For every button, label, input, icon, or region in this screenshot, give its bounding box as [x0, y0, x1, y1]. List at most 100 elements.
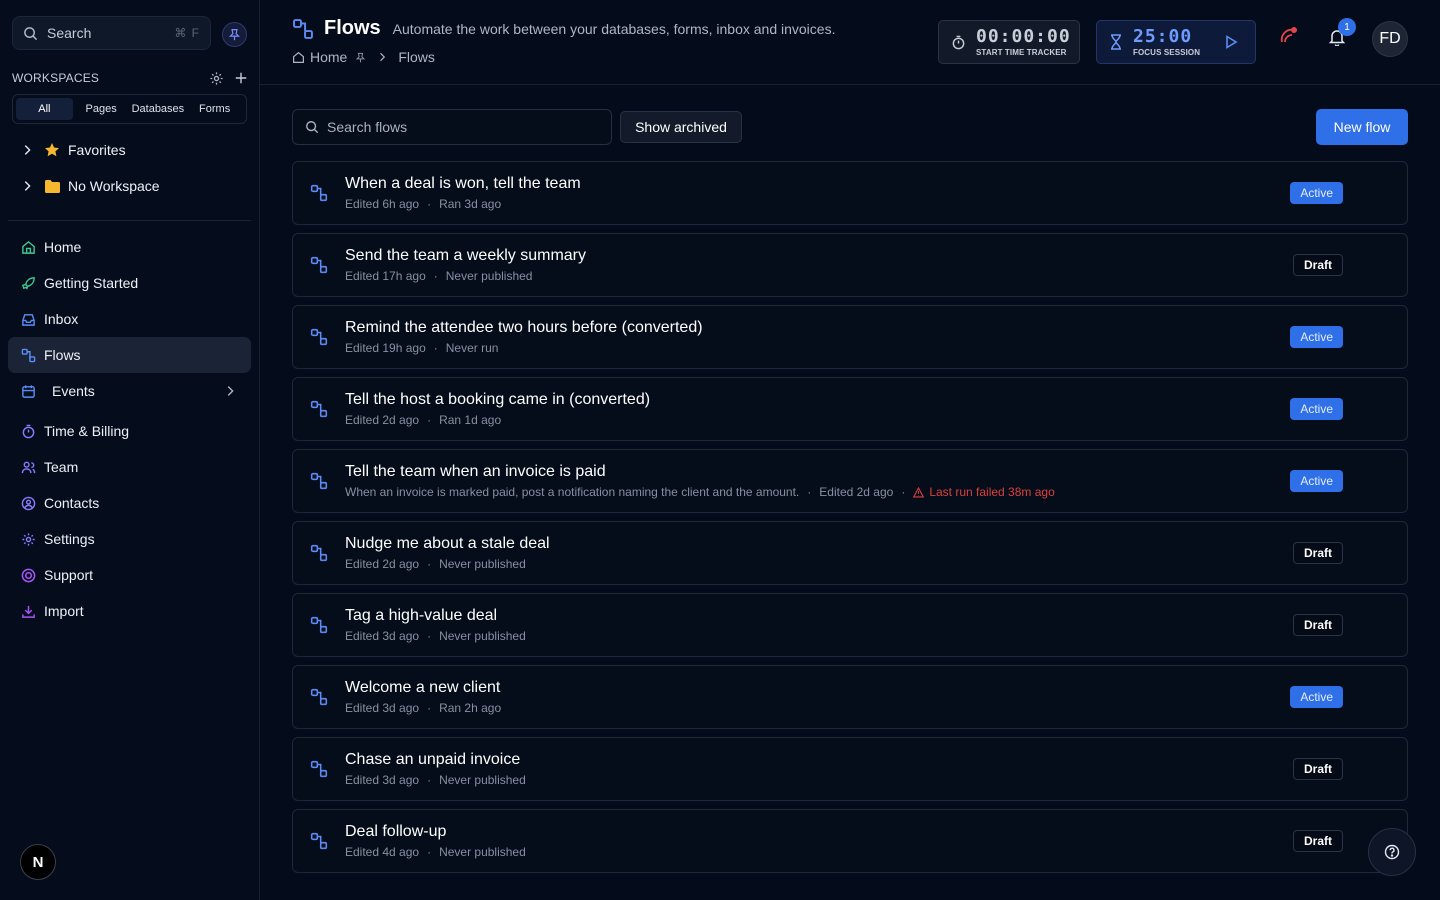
flow-name[interactable]: Remind the attendee two hours before (co…	[345, 319, 703, 337]
meta-separator: ·	[427, 773, 432, 787]
contact-icon	[20, 495, 36, 511]
sidebar-item-getting-started[interactable]: Getting Started	[8, 265, 251, 301]
search-icon	[305, 120, 319, 134]
flow-meta-item: Edited 2d ago	[819, 485, 894, 499]
home-icon	[20, 239, 36, 255]
flow-list: When a deal is won, tell the team Edited …	[292, 161, 1408, 881]
activity-icon[interactable]	[1279, 25, 1299, 45]
notification-count-badge: 1	[1338, 18, 1356, 36]
flow-icon	[310, 400, 328, 418]
page-header: Flows Automate the work between your dat…	[260, 0, 1440, 85]
flow-meta: Edited 19h ago · Never run	[345, 341, 498, 355]
tab-pages[interactable]: Pages	[73, 98, 130, 120]
flow-row[interactable]: Deal follow-up Edited 4d ago · Never publis…	[292, 809, 1408, 873]
help-button[interactable]	[1368, 828, 1416, 876]
tab-all[interactable]: All	[16, 98, 73, 120]
flows-search-input[interactable]: Search flows	[292, 109, 612, 145]
sidebar-item-team[interactable]: Team	[8, 449, 251, 485]
focus-caption: FOCUS SESSION	[1133, 48, 1201, 57]
meta-separator: ·	[433, 269, 438, 283]
tab-forms[interactable]: Forms	[186, 98, 243, 120]
play-icon[interactable]	[1223, 34, 1239, 50]
flow-icon	[310, 184, 328, 202]
flow-name[interactable]: Tag a high-value deal	[345, 607, 497, 625]
flow-meta-item: Edited 3d ago	[345, 773, 420, 787]
avatar[interactable]: FD	[1372, 21, 1408, 57]
start-time-tracker-button[interactable]: 00:00:00 START TIME TRACKER	[938, 20, 1080, 64]
flow-row[interactable]: Tell the host a booking came in (convert…	[292, 377, 1408, 441]
meta-separator: ·	[427, 845, 432, 859]
flow-name[interactable]: Tell the team when an invoice is paid	[345, 463, 606, 481]
plus-icon[interactable]	[234, 71, 248, 85]
flow-row[interactable]: Nudge me about a stale deal Edited 2d ago…	[292, 521, 1408, 585]
download-icon	[20, 603, 36, 619]
flow-meta-item: When an invoice is marked paid, post a n…	[345, 485, 800, 499]
flow-meta-item: Edited 3d ago	[345, 629, 420, 643]
sidebar-item-flows[interactable]: Flows	[8, 337, 251, 373]
sidebar-divider	[8, 220, 251, 221]
flow-name[interactable]: Deal follow-up	[345, 823, 446, 841]
flow-meta-item: Ran 3d ago	[439, 197, 502, 211]
inbox-icon	[20, 311, 36, 327]
meta-separator: ·	[427, 629, 432, 643]
flow-meta: Edited 17h ago · Never published	[345, 269, 532, 283]
search-shortcut: ⌘ F	[174, 26, 200, 40]
new-flow-button[interactable]: New flow	[1316, 109, 1408, 145]
status-badge: Active	[1290, 470, 1343, 492]
tree-item-no-workspace[interactable]: No Workspace	[20, 174, 160, 198]
users-icon	[20, 459, 36, 475]
flow-name[interactable]: Nudge me about a stale deal	[345, 535, 550, 553]
flow-row[interactable]: Tell the team when an invoice is paid Whe…	[292, 449, 1408, 513]
sidebar-item-events[interactable]: Events	[8, 373, 251, 409]
flow-row[interactable]: Tag a high-value deal Edited 3d ago · Never…	[292, 593, 1408, 657]
flow-row[interactable]: Welcome a new client Edited 3d ago · Ran 2h…	[292, 665, 1408, 729]
flow-name[interactable]: Tell the host a booking came in (convert…	[345, 391, 650, 409]
flow-name[interactable]: Chase an unpaid invoice	[345, 751, 520, 769]
gear-icon[interactable]	[209, 71, 224, 86]
sidebar-item-label: Getting Started	[44, 275, 139, 291]
sidebar-item-inbox[interactable]: Inbox	[8, 301, 251, 337]
tree-item-favorites[interactable]: Favorites	[20, 138, 126, 162]
flow-row[interactable]: Send the team a weekly summary Edited 17h…	[292, 233, 1408, 297]
flow-name[interactable]: Send the team a weekly summary	[345, 247, 586, 265]
flow-row[interactable]: Chase an unpaid invoice Edited 3d ago · Nev…	[292, 737, 1408, 801]
flow-row[interactable]: When a deal is won, tell the team Edited …	[292, 161, 1408, 225]
sidebar-item-time-billing[interactable]: Time & Billing	[8, 413, 251, 449]
sidebar-item-home[interactable]: Home	[8, 229, 251, 265]
focus-session-button[interactable]: 25:00 FOCUS SESSION	[1096, 20, 1256, 64]
flow-meta: Edited 2d ago · Ran 1d ago	[345, 413, 501, 427]
pin-sidebar-button[interactable]	[222, 22, 247, 47]
flow-meta-item: Edited 19h ago	[345, 341, 426, 355]
workspaces-header: WORKSPACES	[12, 70, 248, 86]
search-placeholder: Search flows	[327, 119, 408, 135]
flow-meta: Edited 4d ago · Never published	[345, 845, 526, 859]
sidebar-item-contacts[interactable]: Contacts	[8, 485, 251, 521]
flow-name[interactable]: Welcome a new client	[345, 679, 500, 697]
status-badge: Active	[1290, 398, 1343, 420]
page-subtitle: Automate the work between your databases…	[392, 20, 836, 37]
flow-meta-item: Edited 17h ago	[345, 269, 426, 283]
stopwatch-icon	[20, 423, 36, 439]
pin-icon[interactable]	[355, 52, 366, 63]
sidebar-item-label: Contacts	[44, 495, 100, 511]
flow-name[interactable]: When a deal is won, tell the team	[345, 175, 581, 193]
status-badge: Active	[1290, 182, 1343, 204]
flow-row[interactable]: Remind the attendee two hours before (co…	[292, 305, 1408, 369]
tree-item-label: Favorites	[68, 142, 126, 158]
app-logo[interactable]: N	[20, 844, 56, 880]
question-icon	[1384, 844, 1400, 860]
breadcrumb-home[interactable]: Home	[310, 49, 347, 65]
warning-icon	[913, 486, 929, 498]
tab-databases[interactable]: Databases	[130, 98, 187, 120]
status-badge: Draft	[1292, 614, 1343, 636]
meta-separator: ·	[427, 413, 432, 427]
flow-icon	[310, 472, 328, 490]
pin-icon	[228, 28, 241, 41]
sidebar-item-settings[interactable]: Settings	[8, 521, 251, 557]
sidebar-item-support[interactable]: Support	[8, 557, 251, 593]
flow-meta: When an invoice is marked paid, post a n…	[345, 485, 1055, 499]
sidebar-search[interactable]: Search ⌘ F	[12, 16, 211, 50]
sidebar-item-label: Flows	[44, 347, 81, 363]
sidebar-item-import[interactable]: Import	[8, 593, 251, 629]
show-archived-button[interactable]: Show archived	[620, 111, 742, 143]
